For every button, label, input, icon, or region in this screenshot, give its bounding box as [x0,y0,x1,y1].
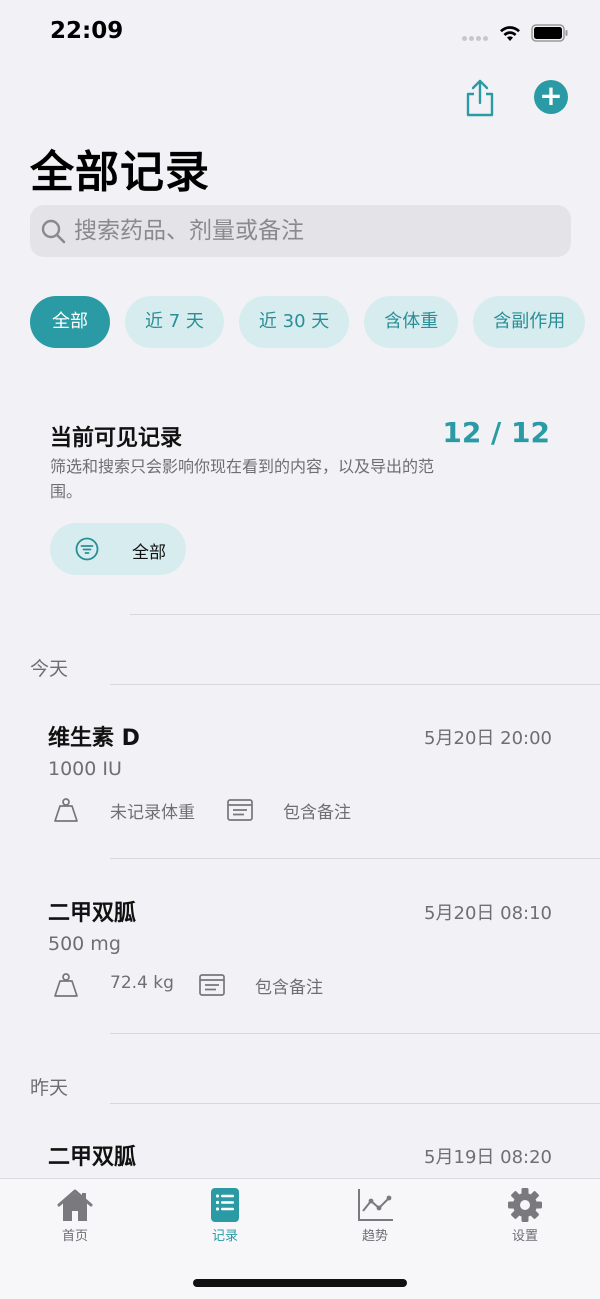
filter-chips: 全部近 7 天近 30 天含体重 含副作用 [30,296,600,348]
divider [130,614,600,615]
wifi-icon [500,26,520,41]
list-icon [211,1188,239,1222]
record-medication-name: 维生素 D [48,726,140,751]
gear-icon [508,1188,542,1222]
record-note: 包含备注 [226,794,376,826]
record-medication-name: 二甲双胍 [48,1145,137,1170]
record-medication-name: 二甲双胍 [48,901,137,926]
plus-icon: + [539,79,563,112]
tab-records[interactable]: 记录 [165,1187,285,1251]
record-row[interactable]: 二甲双胍 5月19日 08:20 [0,1119,600,1179]
chart-icon [358,1189,393,1221]
record-weight: 72.4 kg [52,969,192,1001]
filter-chip-7-days[interactable]: 近 7 天 [125,296,224,348]
share-button[interactable] [462,78,498,118]
record-time: 5月20日 20:00 [424,728,552,749]
status-bar: 22:09 [0,0,600,62]
record-row[interactable]: 维生素 D 5月20日 20:00 1000 IU 未记录体重 包含备注 [0,700,600,860]
add-record-button[interactable]: + [534,80,568,114]
filter-chip-30-days[interactable]: 近 30 天 [238,296,350,348]
tab-home[interactable]: 首页 [15,1187,135,1251]
scale-weight-icon [54,798,78,822]
search-input[interactable] [74,205,554,257]
filter-chip-side-effects[interactable]: 含副作用 [473,296,586,348]
current-filter-label: 全部 [132,543,166,563]
current-filter-button[interactable]: 全部 [50,523,186,575]
note-icon [227,799,253,821]
search-icon [41,219,66,244]
scale-weight-icon [54,973,78,997]
record-time: 5月19日 08:20 [424,1147,552,1168]
filter-chip-weight[interactable]: 含体重 [364,296,459,348]
visible-records-summary: 当前可见记录 12 / 12 筛选和搜索只会影响你现在看到的内容，以及导出的范围… [0,366,600,616]
record-dose: 500 mg [48,933,121,955]
record-time: 5月20日 08:10 [424,903,552,924]
share-icon [466,79,494,117]
note-icon [199,974,225,996]
house-icon [57,1189,93,1221]
record-row[interactable]: 二甲双胍 5月20日 08:10 500 mg 72.4 kg 包含备注 [0,875,600,1035]
tab-trends[interactable]: 趋势 [315,1187,435,1251]
search-bar[interactable] [30,205,571,257]
summary-title: 当前可见记录 [50,426,183,451]
divider [110,858,600,859]
record-weight: 未记录体重 [52,794,222,826]
summary-count: 12 / 12 [442,416,550,449]
section-header-yesterday: 昨天 [30,1077,69,1099]
divider [110,1103,600,1104]
section-header-today: 今天 [30,658,69,680]
filter-icon [75,537,99,561]
cellular-signal-icon [462,36,490,42]
page-title: 全部记录 [30,147,210,198]
filter-chip-all[interactable]: 全部 [30,296,110,348]
tab-settings[interactable]: 设置 [465,1187,585,1251]
divider [110,684,600,685]
record-note: 包含备注 [198,969,348,1001]
status-time: 22:09 [50,18,124,44]
divider [110,1033,600,1034]
home-indicator [193,1279,407,1287]
summary-description: 筛选和搜索只会影响你现在看到的内容，以及导出的范围。 [50,457,435,501]
battery-icon [531,24,568,42]
record-dose: 1000 IU [48,758,122,780]
